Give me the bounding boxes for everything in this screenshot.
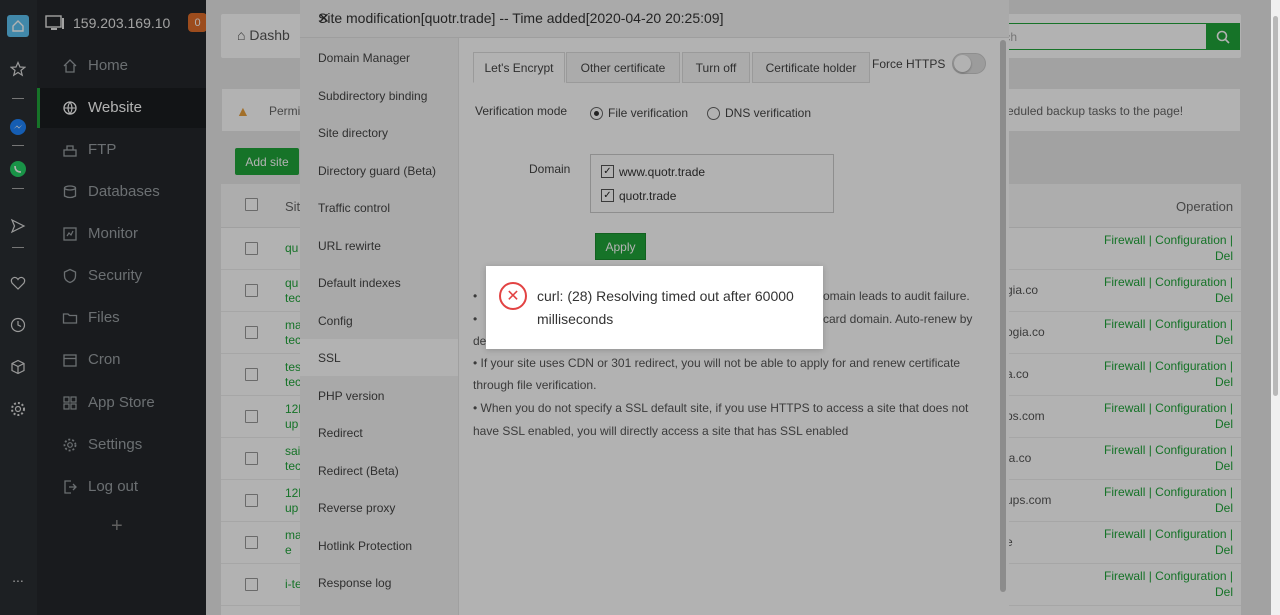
scrollbar-thumb[interactable] xyxy=(1273,16,1278,396)
error-x-icon: ✕ xyxy=(499,282,527,310)
error-message-popup: ✕ curl: (28) Resolving timed out after 6… xyxy=(486,266,823,349)
page-scrollbar[interactable] xyxy=(1271,0,1280,615)
error-message: curl: (28) Resolving timed out after 600… xyxy=(537,288,794,327)
